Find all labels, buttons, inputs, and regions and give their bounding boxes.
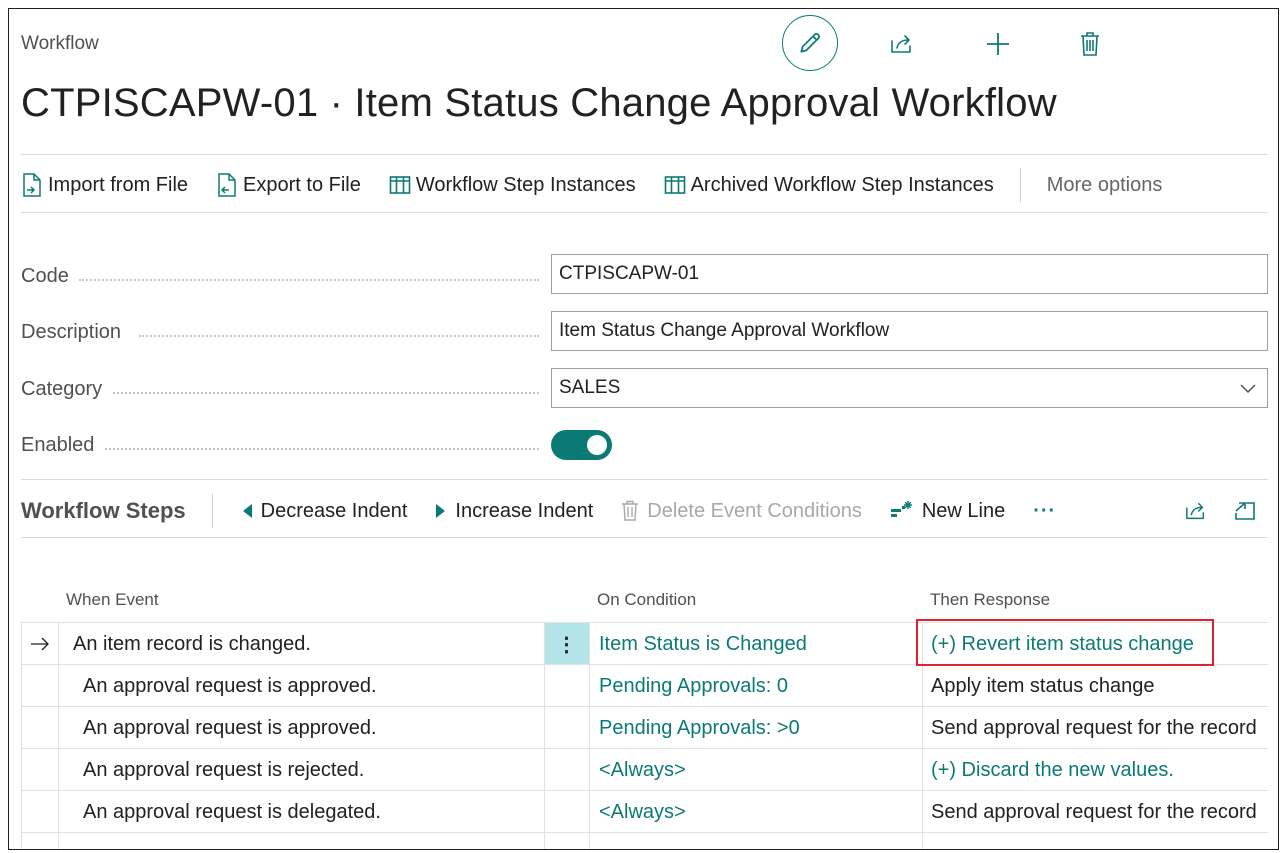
dotted-leader: [139, 333, 539, 337]
new-line-label: New Line: [921, 499, 1006, 522]
then-response-cell[interactable]: Send approval request for the record: [931, 707, 1268, 749]
triangle-left-icon: [242, 504, 252, 518]
archived-step-instances-label: Archived Workflow Step Instances: [690, 173, 994, 196]
more-options-button[interactable]: More options: [1047, 174, 1163, 197]
enabled-toggle[interactable]: [551, 430, 612, 460]
step-instances-label: Workflow Step Instances: [415, 173, 636, 196]
arrow-right-icon: [31, 637, 49, 651]
new-button[interactable]: [981, 29, 1015, 59]
category-value: SALES: [559, 377, 621, 398]
workflow-steps-title: Workflow Steps: [21, 498, 186, 523]
dotted-leader: [79, 277, 539, 281]
code-field[interactable]: CTPISCAPW-01: [551, 254, 1268, 294]
when-event-cell[interactable]: An approval request is approved.: [83, 707, 377, 749]
column-header-on-condition[interactable]: On Condition: [597, 590, 696, 610]
archived-workflow-step-instances-button[interactable]: Archived Workflow Step Instances: [664, 174, 994, 197]
triangle-right-icon: [436, 504, 446, 518]
table-icon: [664, 176, 685, 194]
highlight-box: [916, 619, 1214, 666]
when-event-cell[interactable]: An approval request is delegated.: [83, 791, 381, 833]
table-row-divider: [21, 832, 1268, 849]
table-row[interactable]: An approval request is delegated. <Alway…: [21, 790, 1268, 833]
chevron-down-icon: [1240, 384, 1256, 394]
more-actions-button[interactable]: ···: [1033, 500, 1056, 523]
description-field[interactable]: Item Status Change Approval Workflow: [551, 311, 1268, 351]
dotted-leader: [113, 390, 539, 394]
share-icon: [891, 35, 911, 53]
then-response-cell[interactable]: Apply item status change: [931, 665, 1154, 707]
on-condition-cell[interactable]: Pending Approvals: 0: [599, 665, 788, 707]
when-event-cell[interactable]: An item record is changed.: [73, 623, 311, 665]
table-row[interactable]: An approval request is approved. Pending…: [21, 706, 1268, 749]
column-header-then-response[interactable]: Then Response: [930, 590, 1050, 610]
on-condition-cell[interactable]: <Always>: [599, 791, 686, 833]
edit-button[interactable]: [782, 15, 838, 71]
import-label: Import from File: [48, 173, 189, 196]
delete-event-conditions-button[interactable]: Delete Event Conditions: [621, 500, 862, 523]
file-import-icon: [23, 173, 41, 197]
then-response-cell[interactable]: (+) Discard the new values.: [931, 749, 1174, 791]
dotted-leader: [105, 446, 539, 450]
divider: [21, 479, 1268, 480]
workflow-card-page: Workflow CTPISCAPW-01 · Item Status Chan…: [8, 8, 1279, 850]
share-icon: [1186, 502, 1205, 520]
export-label: Export to File: [243, 173, 361, 196]
row-indicator: [25, 623, 55, 665]
trash-icon: [1081, 32, 1099, 56]
table-row[interactable]: An approval request is approved. Pending…: [21, 664, 1268, 707]
grid-line: [21, 622, 22, 849]
toggle-knob: [587, 435, 607, 455]
plus-icon: [987, 33, 1009, 55]
on-condition-cell[interactable]: Pending Approvals: >0: [599, 707, 800, 749]
on-condition-cell[interactable]: Item Status is Changed: [599, 623, 807, 665]
increase-indent-button[interactable]: Increase Indent: [435, 500, 593, 523]
workflow-step-instances-button[interactable]: Workflow Step Instances: [389, 174, 636, 197]
share-button[interactable]: [885, 29, 919, 59]
export-to-file-button[interactable]: Export to File: [216, 172, 361, 198]
grid-line: [589, 622, 590, 849]
category-select[interactable]: SALES: [551, 368, 1268, 408]
new-line-button[interactable]: New Line: [890, 500, 1005, 523]
share-list-button[interactable]: [1181, 497, 1211, 525]
delete-event-conditions-label: Delete Event Conditions: [647, 499, 862, 522]
increase-indent-label: Increase Indent: [455, 499, 594, 522]
page-title: CTPISCAPW-01 · Item Status Change Approv…: [21, 81, 1057, 125]
import-from-file-button[interactable]: Import from File: [21, 172, 188, 198]
description-label: Description: [21, 321, 122, 343]
enabled-label: Enabled: [21, 434, 95, 456]
category-label: Category: [21, 378, 103, 400]
table-icon: [389, 176, 411, 194]
divider: [211, 494, 213, 528]
expand-button[interactable]: [1230, 497, 1260, 525]
grid-line: [58, 622, 59, 849]
when-event-cell[interactable]: An approval request is approved.: [83, 665, 377, 707]
column-header-when-event[interactable]: When Event: [66, 590, 159, 610]
trash-icon: [622, 500, 639, 521]
on-condition-cell[interactable]: <Always>: [599, 749, 686, 791]
code-label: Code: [21, 265, 69, 287]
delete-button[interactable]: [1073, 29, 1107, 59]
divider: [21, 537, 1268, 538]
workflow-steps-bar: Workflow Steps Decrease Indent Increase …: [21, 493, 1084, 529]
table-row[interactable]: An approval request is rejected. <Always…: [21, 748, 1268, 791]
action-bar: Import from File Export to File Workflow…: [21, 168, 1190, 202]
expand-icon: [1235, 502, 1255, 520]
new-line-icon: [890, 501, 912, 517]
divider: [1019, 168, 1021, 202]
divider: [21, 154, 1268, 155]
divider: [21, 212, 1268, 213]
file-export-icon: [218, 173, 236, 197]
decrease-indent-button[interactable]: Decrease Indent: [241, 499, 408, 523]
then-response-cell[interactable]: Send approval request for the record: [931, 791, 1268, 833]
pencil-icon: [800, 32, 821, 53]
grid-line: [544, 622, 545, 849]
row-menu-button[interactable]: ⋮: [544, 623, 589, 665]
when-event-cell[interactable]: An approval request is rejected.: [83, 749, 364, 791]
breadcrumb: Workflow: [21, 33, 99, 54]
decrease-indent-label: Decrease Indent: [260, 499, 408, 522]
